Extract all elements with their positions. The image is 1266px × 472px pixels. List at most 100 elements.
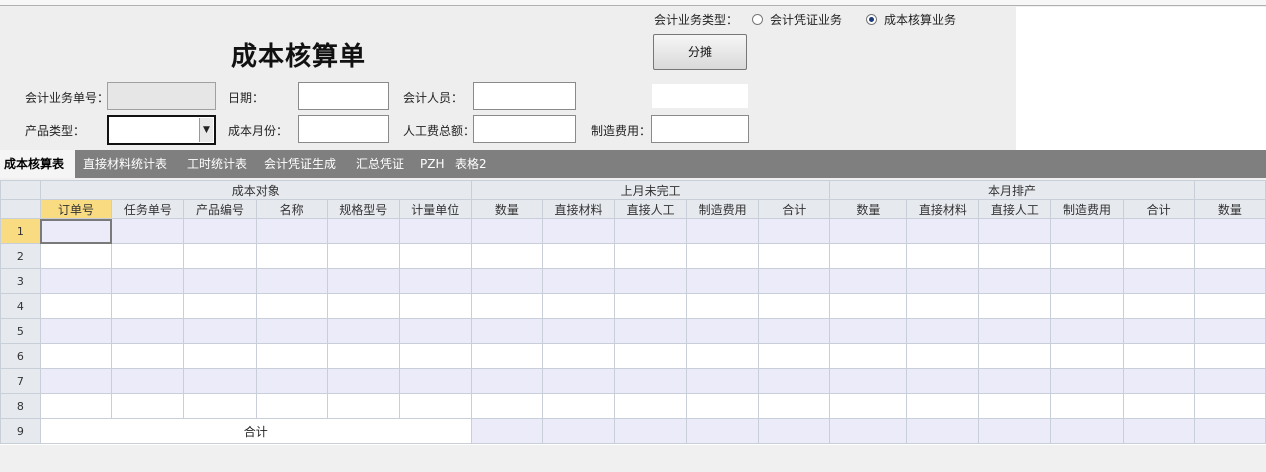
grid-cell[interactable]: [829, 393, 908, 419]
grid-cell[interactable]: [686, 393, 760, 419]
grid-cell[interactable]: [326, 243, 400, 269]
grid-cell[interactable]: [1122, 343, 1195, 369]
grid-cell[interactable]: [1050, 368, 1124, 394]
grid-cell[interactable]: [326, 293, 400, 319]
row-header[interactable]: 4: [0, 293, 41, 319]
grid-cell[interactable]: [541, 293, 616, 319]
total-cell[interactable]: [614, 418, 688, 444]
chevron-down-icon[interactable]: ▼: [199, 118, 213, 142]
grid-cell[interactable]: [1122, 368, 1195, 394]
grid-cell[interactable]: [111, 243, 185, 269]
tab-pzh[interactable]: PZH: [420, 150, 444, 178]
grid-cell[interactable]: [614, 268, 688, 294]
grid-cell[interactable]: [758, 343, 831, 369]
total-cell[interactable]: [758, 418, 831, 444]
grid-cell[interactable]: [183, 243, 257, 269]
grid-cell[interactable]: [470, 293, 543, 319]
grid-cell[interactable]: [255, 393, 328, 419]
grid-cell[interactable]: [906, 268, 980, 294]
grid-cell[interactable]: [470, 218, 543, 244]
grid-cell[interactable]: [111, 368, 185, 394]
grid-cell[interactable]: [614, 293, 688, 319]
grid-cell[interactable]: [686, 343, 760, 369]
grid-cell[interactable]: [758, 393, 831, 419]
grid-cell[interactable]: [470, 393, 543, 419]
grid-cell[interactable]: [978, 268, 1052, 294]
grid-cell[interactable]: [1193, 393, 1266, 419]
column-header[interactable]: 直接人工: [978, 199, 1052, 219]
product-type-combo[interactable]: ▼: [107, 115, 216, 145]
column-header[interactable]: 任务单号: [111, 199, 185, 219]
cost-month-field[interactable]: [298, 115, 389, 143]
grid-cell[interactable]: [978, 243, 1052, 269]
radio-voucher[interactable]: 会计凭证业务: [752, 11, 842, 28]
total-cell[interactable]: [686, 418, 760, 444]
grid-cell[interactable]: [398, 243, 472, 269]
grid-cell[interactable]: [398, 268, 472, 294]
grid-cell[interactable]: [111, 318, 185, 344]
total-cell[interactable]: [906, 418, 980, 444]
grid-cell[interactable]: [398, 393, 472, 419]
grid-cell[interactable]: [1050, 243, 1124, 269]
grid-cell[interactable]: [398, 318, 472, 344]
grid-cell[interactable]: [541, 268, 616, 294]
grid-cell[interactable]: [183, 393, 257, 419]
grid-cell[interactable]: [1122, 393, 1195, 419]
grid-cell[interactable]: [1122, 293, 1195, 319]
grid-cell[interactable]: [686, 218, 760, 244]
column-header[interactable]: 数量: [1193, 199, 1266, 219]
grid-cell[interactable]: [758, 293, 831, 319]
grid-cell[interactable]: [255, 343, 328, 369]
tab-voucher-gen[interactable]: 会计凭证生成: [264, 150, 336, 178]
grid-cell[interactable]: [906, 368, 980, 394]
grid-cell[interactable]: [906, 343, 980, 369]
grid-cell[interactable]: [686, 268, 760, 294]
grid-cell[interactable]: [1193, 218, 1266, 244]
grid-cell[interactable]: [255, 293, 328, 319]
grid-cell[interactable]: [111, 393, 185, 419]
grid-cell[interactable]: [1193, 243, 1266, 269]
grid-cell[interactable]: [326, 318, 400, 344]
row-header[interactable]: 9: [0, 418, 41, 444]
grid-cell[interactable]: [398, 368, 472, 394]
grid-cell[interactable]: [906, 243, 980, 269]
row-header[interactable]: 3: [0, 268, 41, 294]
tab-hours-stats[interactable]: 工时统计表: [187, 150, 247, 178]
grid-cell[interactable]: [829, 243, 908, 269]
mfg-cost-field[interactable]: [651, 115, 749, 143]
grid-cell[interactable]: [1050, 393, 1124, 419]
grid-cell[interactable]: [541, 318, 616, 344]
grid-cell[interactable]: [758, 268, 831, 294]
grid-cell[interactable]: [614, 368, 688, 394]
grid-cell[interactable]: [326, 268, 400, 294]
grid-cell[interactable]: [1122, 318, 1195, 344]
grid-cell[interactable]: [1193, 293, 1266, 319]
grid-cell[interactable]: [111, 343, 185, 369]
tab-material-stats[interactable]: 直接材料统计表: [83, 150, 167, 178]
grid-cell[interactable]: [183, 268, 257, 294]
grid-cell[interactable]: [255, 268, 328, 294]
grid-cell[interactable]: [1193, 343, 1266, 369]
grid-cell[interactable]: [541, 393, 616, 419]
grid-cell[interactable]: [829, 218, 908, 244]
grid-cell[interactable]: [829, 368, 908, 394]
grid-cell[interactable]: [255, 368, 328, 394]
grid-cell[interactable]: [829, 318, 908, 344]
total-cell[interactable]: [541, 418, 616, 444]
column-header[interactable]: 直接人工: [614, 199, 688, 219]
labor-total-field[interactable]: [473, 115, 576, 143]
grid-cell[interactable]: [39, 368, 113, 394]
date-field[interactable]: [298, 82, 389, 110]
radio-cost-icon[interactable]: [866, 14, 878, 25]
tab-cost-sheet[interactable]: 成本核算表: [0, 150, 75, 178]
column-header[interactable]: 产品编号: [183, 199, 257, 219]
row-header[interactable]: 7: [0, 368, 41, 394]
grid-cell[interactable]: [39, 268, 113, 294]
grid-cell[interactable]: [326, 368, 400, 394]
grid-corner[interactable]: [0, 180, 41, 200]
grid-cell[interactable]: [183, 293, 257, 319]
grid-cell[interactable]: [541, 218, 616, 244]
grid-cell[interactable]: [39, 393, 113, 419]
column-header[interactable]: 制造费用: [686, 199, 760, 219]
column-header[interactable]: 直接材料: [541, 199, 616, 219]
